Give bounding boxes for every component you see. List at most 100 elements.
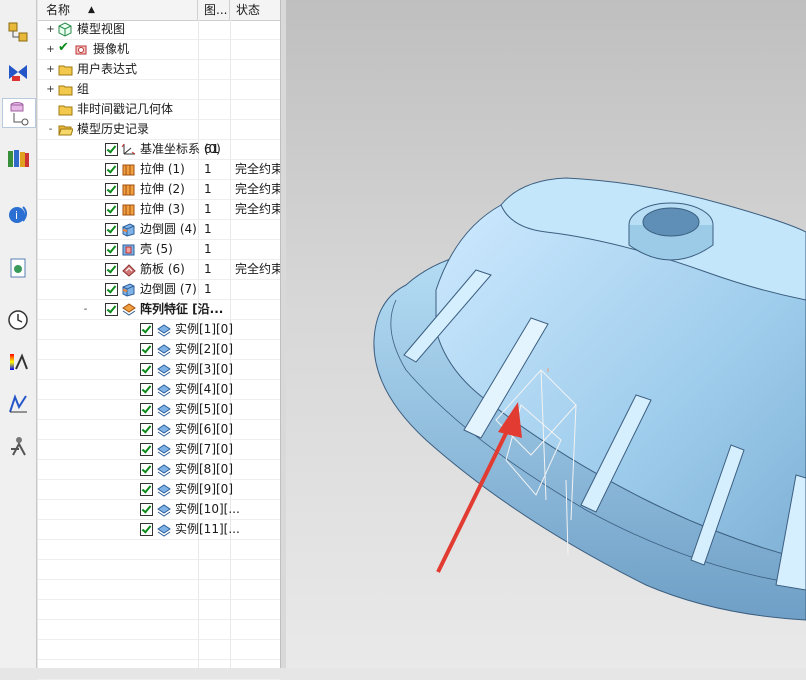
tree-row[interactable]: + 模型视图 [38, 20, 280, 40]
folder-icon [58, 82, 73, 97]
row-status [235, 220, 280, 239]
column-header-figure[interactable]: 图... [198, 0, 230, 20]
reuse-library-icon[interactable] [4, 144, 32, 172]
column-figure-label: 图... [204, 3, 228, 17]
visibility-checkbox[interactable] [105, 143, 118, 156]
check-mark-icon: ✔ [58, 40, 69, 55]
graphics-window[interactable] [286, 0, 806, 668]
visibility-checkbox[interactable] [105, 303, 118, 316]
visibility-checkbox[interactable] [140, 403, 153, 416]
tree-row[interactable]: + 用户表达式 [38, 60, 280, 80]
instance-icon [156, 422, 171, 437]
visibility-checkbox[interactable] [140, 423, 153, 436]
visibility-checkbox[interactable] [105, 163, 118, 176]
web-browser-icon[interactable]: i [4, 200, 32, 228]
row-figure [204, 480, 228, 499]
row-figure [204, 100, 228, 119]
row-name: 边倒圆 (4) [140, 222, 197, 236]
folder-open-icon [58, 122, 74, 137]
tree-row[interactable]: 拉伸 (3) 1 完全约束 [38, 200, 280, 220]
constraint-navigator-icon[interactable] [4, 58, 32, 86]
tree-row[interactable]: 非时间戳记几何体 [38, 100, 280, 120]
tree-row[interactable]: 边倒圆 (4) 1 [38, 220, 280, 240]
visibility-checkbox[interactable] [105, 223, 118, 236]
part-navigator-icon[interactable] [2, 98, 36, 128]
expand-icon[interactable]: + [46, 45, 55, 55]
tree-row[interactable]: 实例[4][0] [38, 380, 280, 400]
tree-row[interactable]: 实例[2][0] [38, 340, 280, 360]
collapse-icon[interactable]: - [46, 125, 55, 135]
visibility-checkbox[interactable] [105, 183, 118, 196]
row-status [235, 460, 280, 479]
navigator-header: 名称 ▲ 图... 状态 [38, 0, 280, 21]
visibility-checkbox[interactable] [140, 323, 153, 336]
row-name: 边倒圆 (7) [140, 282, 197, 296]
model-view-icon [58, 22, 73, 37]
visibility-checkbox[interactable] [140, 503, 153, 516]
row-status [235, 480, 280, 499]
column-header-name[interactable]: 名称 ▲ [38, 0, 198, 20]
tree-row[interactable]: 实例[5][0] [38, 400, 280, 420]
folder-icon [58, 102, 73, 117]
tree-row[interactable]: 实例[10][... [38, 500, 280, 520]
visibility-checkbox[interactable] [140, 343, 153, 356]
row-figure [204, 320, 228, 339]
visibility-checkbox[interactable] [140, 463, 153, 476]
empty-row [38, 560, 280, 580]
instance-icon [156, 522, 171, 537]
history-icon[interactable] [4, 306, 32, 334]
edge-blend-icon [121, 282, 136, 297]
tree-row[interactable]: 筋板 (6) 1 完全约束 [38, 260, 280, 280]
row-figure [204, 380, 228, 399]
visibility-checkbox[interactable] [140, 383, 153, 396]
row-name: 摄像机 [93, 42, 130, 56]
tree-row[interactable]: 边倒圆 (7) 1 [38, 280, 280, 300]
tree-row[interactable]: + 组 [38, 80, 280, 100]
visibility-checkbox[interactable] [140, 363, 153, 376]
visibility-checkbox[interactable] [140, 443, 153, 456]
collapse-icon[interactable]: - [81, 305, 90, 315]
row-name: 组 [77, 82, 90, 96]
tree-row[interactable]: 实例[11][... [38, 520, 280, 540]
expand-icon[interactable]: + [46, 65, 55, 75]
row-figure [204, 360, 228, 379]
expand-icon[interactable]: + [46, 85, 55, 95]
visibility-checkbox[interactable] [105, 243, 118, 256]
assembly-navigator-icon[interactable] [4, 18, 32, 46]
tree-row[interactable]: 拉伸 (2) 1 完全约束 [38, 180, 280, 200]
roles-icon[interactable] [4, 432, 32, 460]
tree-row[interactable]: 实例[1][0] [38, 320, 280, 340]
tree-row[interactable]: 基准坐标系 (0) 61 [38, 140, 280, 160]
visibility-checkbox[interactable] [140, 523, 153, 536]
tree-row[interactable]: 拉伸 (1) 1 完全约束 [38, 160, 280, 180]
expand-icon[interactable]: + [46, 25, 55, 35]
row-status: 完全约束 [235, 182, 280, 196]
row-figure [204, 300, 228, 319]
rib-icon [121, 262, 136, 277]
column-header-status[interactable]: 状态 [230, 0, 280, 20]
document-icon[interactable] [4, 254, 32, 282]
visibility-checkbox[interactable] [105, 203, 118, 216]
empty-row [38, 580, 280, 600]
tree-row[interactable]: 实例[6][0] [38, 420, 280, 440]
row-status [235, 40, 280, 59]
analysis-icon[interactable] [4, 390, 32, 418]
tree-row[interactable]: + ✔ 摄像机 [38, 40, 280, 60]
tree-row[interactable]: 实例[8][0] [38, 460, 280, 480]
tree-row[interactable]: 壳 (5) 1 [38, 240, 280, 260]
row-figure [204, 460, 228, 479]
row-status [235, 80, 280, 99]
tree-row[interactable]: 实例[9][0] [38, 480, 280, 500]
visibility-checkbox[interactable] [105, 283, 118, 296]
visibility-checkbox[interactable] [105, 263, 118, 276]
tree-row[interactable]: - 模型历史记录 [38, 120, 280, 140]
tree-row[interactable]: 实例[7][0] [38, 440, 280, 460]
row-status [235, 500, 280, 519]
row-status [235, 100, 280, 119]
tree-row[interactable]: 实例[3][0] [38, 360, 280, 380]
tree-row[interactable]: - 阵列特征 [沿... [38, 300, 280, 320]
row-status [235, 60, 280, 79]
visibility-checkbox[interactable] [140, 483, 153, 496]
row-figure [204, 400, 228, 419]
palette-icon[interactable] [4, 348, 32, 376]
